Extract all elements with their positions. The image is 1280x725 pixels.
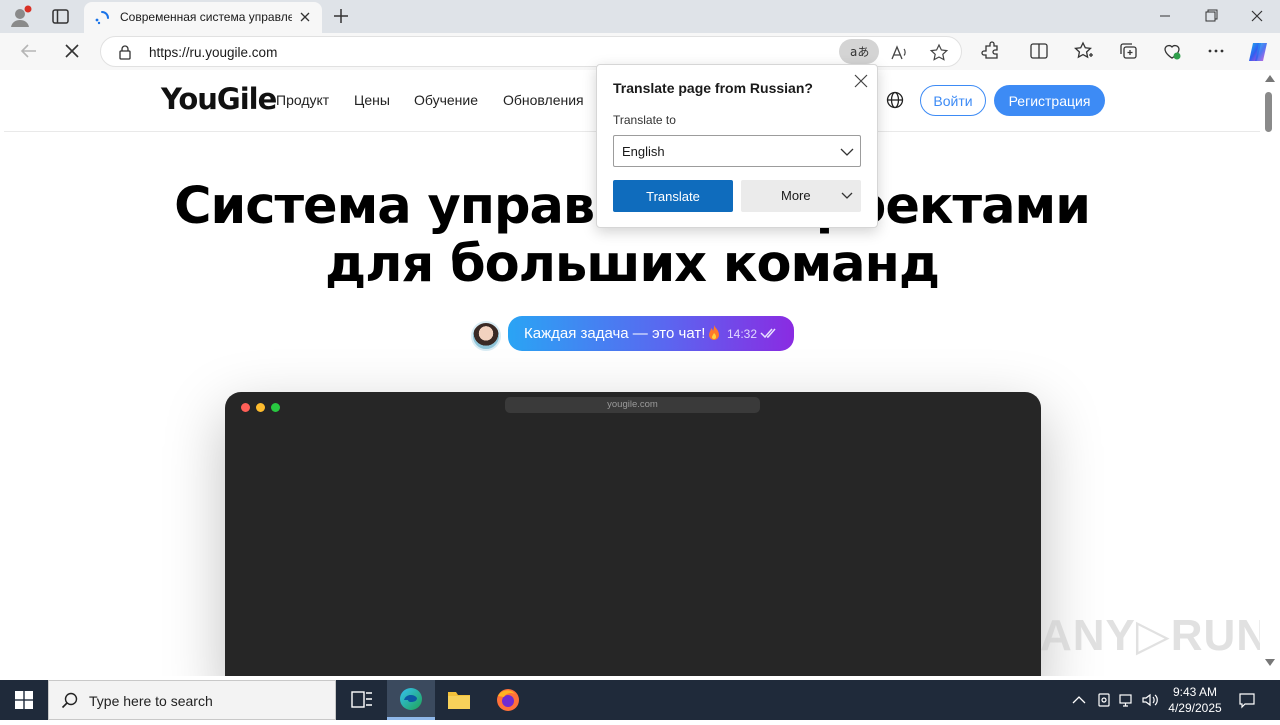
tab-actions-icon[interactable] — [50, 6, 72, 28]
volume-icon[interactable] — [1141, 691, 1159, 709]
taskbar-clock[interactable]: 9:43 AM 4/29/2025 — [1160, 684, 1230, 716]
nav-link-learning[interactable]: Обучение — [414, 92, 478, 108]
minimize-dot — [256, 403, 265, 412]
chat-bubble-text: Каждая задача — это чат! — [524, 325, 706, 342]
notifications-icon[interactable] — [1238, 691, 1256, 709]
favorite-star-icon[interactable] — [929, 43, 949, 63]
nav-link-product[interactable]: Продукт — [276, 92, 329, 108]
tab-title: Современная система управления — [120, 10, 292, 24]
translate-icon[interactable]: aあ — [839, 39, 879, 64]
globe-icon[interactable] — [885, 90, 905, 110]
edge-taskbar-icon[interactable] — [387, 680, 435, 720]
search-placeholder: Type here to search — [89, 693, 213, 709]
login-button[interactable]: Войти — [920, 85, 986, 116]
signup-button[interactable]: Регистрация — [994, 85, 1105, 116]
loading-spinner-icon — [94, 10, 110, 26]
translate-to-label: Translate to — [613, 113, 676, 127]
extensions-icon[interactable] — [980, 40, 1002, 62]
back-icon[interactable] — [18, 40, 40, 62]
close-popup-icon[interactable] — [853, 73, 869, 89]
search-icon — [61, 692, 79, 710]
favorites-icon[interactable] — [1073, 40, 1095, 62]
page-scrollbar[interactable] — [1260, 70, 1280, 676]
selected-language: English — [622, 144, 665, 159]
active-tab[interactable]: Современная система управления — [84, 2, 322, 33]
close-dot — [241, 403, 250, 412]
chat-time: 14:32 — [727, 327, 758, 341]
chevron-down-icon — [841, 190, 853, 202]
stop-loading-icon[interactable] — [61, 40, 83, 62]
scroll-thumb[interactable] — [1265, 92, 1272, 132]
maximize-dot — [271, 403, 280, 412]
profile-icon[interactable] — [8, 5, 32, 29]
watermark-logo: ANY▷RUN — [1040, 611, 1260, 660]
fire-emoji-icon — [706, 324, 722, 342]
clock-date: 4/29/2025 — [1168, 701, 1222, 715]
site-logo[interactable]: YouGile — [161, 82, 277, 116]
close-window-icon[interactable] — [1245, 6, 1269, 26]
taskbar-search[interactable]: Type here to search — [48, 680, 336, 720]
app-preview-window: yougile.com — [225, 392, 1041, 676]
collections-icon[interactable] — [1117, 40, 1139, 62]
tab-bar: Современная система управления — [0, 0, 1280, 33]
close-tab-icon[interactable] — [297, 9, 313, 25]
more-options-icon[interactable] — [1205, 40, 1227, 62]
more-button[interactable]: More — [741, 180, 861, 212]
double-check-icon — [760, 326, 780, 340]
clock-time: 9:43 AM — [1172, 685, 1218, 699]
lock-icon[interactable] — [117, 44, 133, 60]
address-bar[interactable]: https://ru.yougile.com aあ — [100, 36, 962, 67]
preview-url: yougile.com — [505, 397, 760, 413]
chevron-up-icon[interactable] — [1070, 691, 1088, 709]
new-tab-icon[interactable] — [331, 6, 351, 26]
minimize-icon[interactable] — [1153, 6, 1177, 26]
copilot-icon[interactable] — [1246, 40, 1268, 62]
scroll-down-arrow-icon[interactable] — [1265, 659, 1275, 666]
hero-line-2: для больших команд — [324, 235, 940, 294]
translate-button[interactable]: Translate — [613, 180, 733, 212]
firefox-icon[interactable] — [484, 680, 532, 720]
chat-bubble: Каждая задача — это чат! 14:32 — [508, 316, 794, 351]
avatar — [471, 321, 501, 351]
url-text[interactable]: https://ru.yougile.com — [149, 45, 277, 60]
nav-link-updates[interactable]: Обновления — [503, 92, 584, 108]
scroll-up-arrow-icon[interactable] — [1265, 75, 1275, 82]
translate-popup: Translate page from Russian? Translate t… — [596, 64, 878, 228]
translate-popup-title: Translate page from Russian? — [613, 80, 813, 96]
browser-essentials-icon[interactable] — [1161, 40, 1183, 62]
file-explorer-icon[interactable] — [435, 680, 483, 720]
language-select[interactable]: English — [613, 135, 861, 167]
restore-icon[interactable] — [1199, 6, 1223, 26]
windows-start-icon[interactable] — [14, 690, 34, 710]
svg-text:aあ: aあ — [850, 45, 869, 59]
read-aloud-icon[interactable] — [889, 43, 909, 63]
nav-link-pricing[interactable]: Цены — [354, 92, 390, 108]
task-view-icon[interactable] — [338, 680, 386, 720]
device-icon[interactable] — [1095, 691, 1113, 709]
more-button-label: More — [781, 188, 811, 203]
windows-taskbar: Type here to search 9:43 AM 4/29/2025 — [0, 680, 1280, 720]
network-icon[interactable] — [1118, 691, 1136, 709]
split-screen-icon[interactable] — [1028, 40, 1050, 62]
chevron-down-icon — [840, 145, 854, 159]
